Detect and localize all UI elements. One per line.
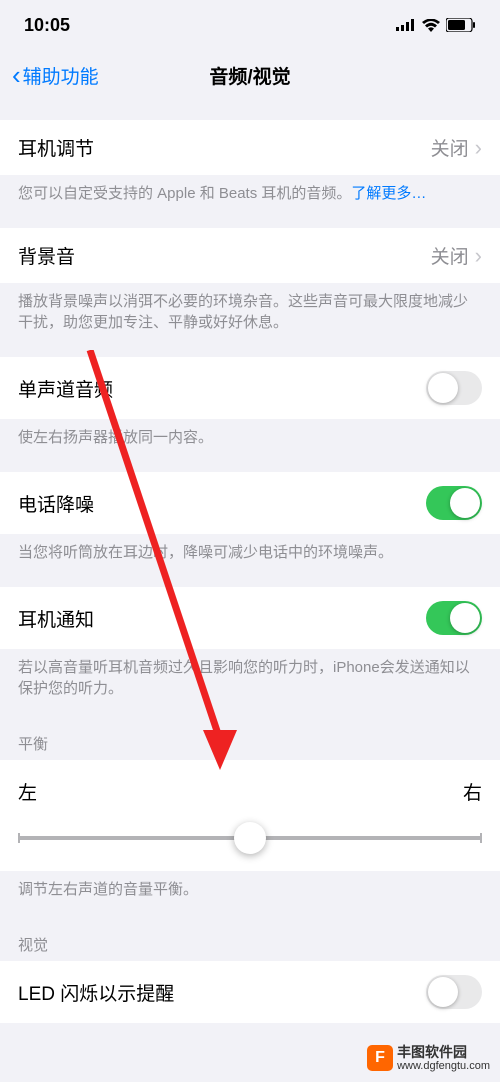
led-flash-row: LED 闪烁以示提醒 — [0, 961, 500, 1023]
headphone-value: 关闭 › — [431, 134, 482, 161]
status-bar: 10:05 — [0, 0, 500, 50]
balance-section: 平衡 左 右 调节左右声道的音量平衡。 — [0, 723, 500, 904]
mono-toggle[interactable] — [426, 371, 482, 405]
watermark-text: 丰图软件园 www.dgfengtu.com — [397, 1045, 490, 1072]
phone-noise-row: 电话降噪 — [0, 472, 500, 534]
back-chevron-icon: ‹ — [12, 60, 21, 91]
noise-toggle[interactable] — [426, 486, 482, 520]
balance-slider[interactable] — [18, 823, 482, 853]
mono-footer: 使左右扬声器播放同一内容。 — [0, 419, 500, 452]
noise-label: 电话降噪 — [18, 490, 94, 517]
background-label: 背景音 — [18, 242, 75, 269]
mono-section: 单声道音频 使左右扬声器播放同一内容。 — [0, 357, 500, 452]
status-time: 10:05 — [24, 15, 70, 36]
learn-more-link[interactable]: 了解更多… — [351, 185, 426, 202]
headphone-section: 耳机调节 关闭 › 您可以自定受支持的 Apple 和 Beats 耳机的音频。… — [0, 120, 500, 208]
notify-section: 耳机通知 若以高音量听耳机音频过久且影响您的听力时，iPhone会发送通知以保护… — [0, 587, 500, 703]
mono-label: 单声道音频 — [18, 375, 113, 402]
chevron-right-icon: › — [475, 243, 482, 269]
watermark: F 丰图软件园 www.dgfengtu.com — [367, 1045, 490, 1072]
notify-footer: 若以高音量听耳机音频过久且影响您的听力时，iPhone会发送通知以保护您的听力。 — [0, 649, 500, 703]
led-toggle[interactable] — [426, 975, 482, 1009]
headphone-adjust-row[interactable]: 耳机调节 关闭 › — [0, 120, 500, 175]
nav-title: 音频/视觉 — [209, 62, 290, 89]
background-value: 关闭 › — [431, 242, 482, 269]
balance-row: 左 右 — [0, 760, 500, 871]
back-label: 辅助功能 — [23, 62, 99, 89]
visual-header: 视觉 — [0, 924, 500, 961]
wifi-icon — [422, 19, 440, 32]
headphone-notify-row: 耳机通知 — [0, 587, 500, 649]
balance-footer: 调节左右声道的音量平衡。 — [0, 871, 500, 904]
background-section: 背景音 关闭 › 播放背景噪声以消弭不必要的环境杂音。这些声音可最大限度地减少干… — [0, 228, 500, 337]
balance-header: 平衡 — [0, 723, 500, 760]
noise-footer: 当您将听筒放在耳边时，降噪可减少电话中的环境噪声。 — [0, 534, 500, 567]
headphone-label: 耳机调节 — [18, 134, 94, 161]
led-label: LED 闪烁以示提醒 — [18, 979, 174, 1006]
mono-audio-row: 单声道音频 — [0, 357, 500, 419]
signal-icon — [396, 19, 416, 31]
notify-label: 耳机通知 — [18, 605, 94, 632]
watermark-logo-icon: F — [367, 1045, 393, 1071]
notify-toggle[interactable] — [426, 601, 482, 635]
chevron-right-icon: › — [475, 135, 482, 161]
noise-section: 电话降噪 当您将听筒放在耳边时，降噪可减少电话中的环境噪声。 — [0, 472, 500, 567]
visual-section: 视觉 LED 闪烁以示提醒 — [0, 924, 500, 1023]
background-sound-row[interactable]: 背景音 关闭 › — [0, 228, 500, 283]
nav-header: ‹ 辅助功能 音频/视觉 — [0, 50, 500, 100]
balance-right-label: 右 — [463, 778, 482, 805]
background-footer: 播放背景噪声以消弭不必要的环境杂音。这些声音可最大限度地减少干扰，助您更加专注、… — [0, 283, 500, 337]
balance-labels: 左 右 — [18, 778, 482, 805]
balance-left-label: 左 — [18, 778, 37, 805]
slider-thumb[interactable] — [234, 822, 266, 854]
headphone-footer: 您可以自定受支持的 Apple 和 Beats 耳机的音频。了解更多… — [0, 175, 500, 208]
back-button[interactable]: ‹ 辅助功能 — [12, 60, 99, 91]
status-icons — [396, 18, 476, 32]
battery-icon — [446, 18, 476, 32]
